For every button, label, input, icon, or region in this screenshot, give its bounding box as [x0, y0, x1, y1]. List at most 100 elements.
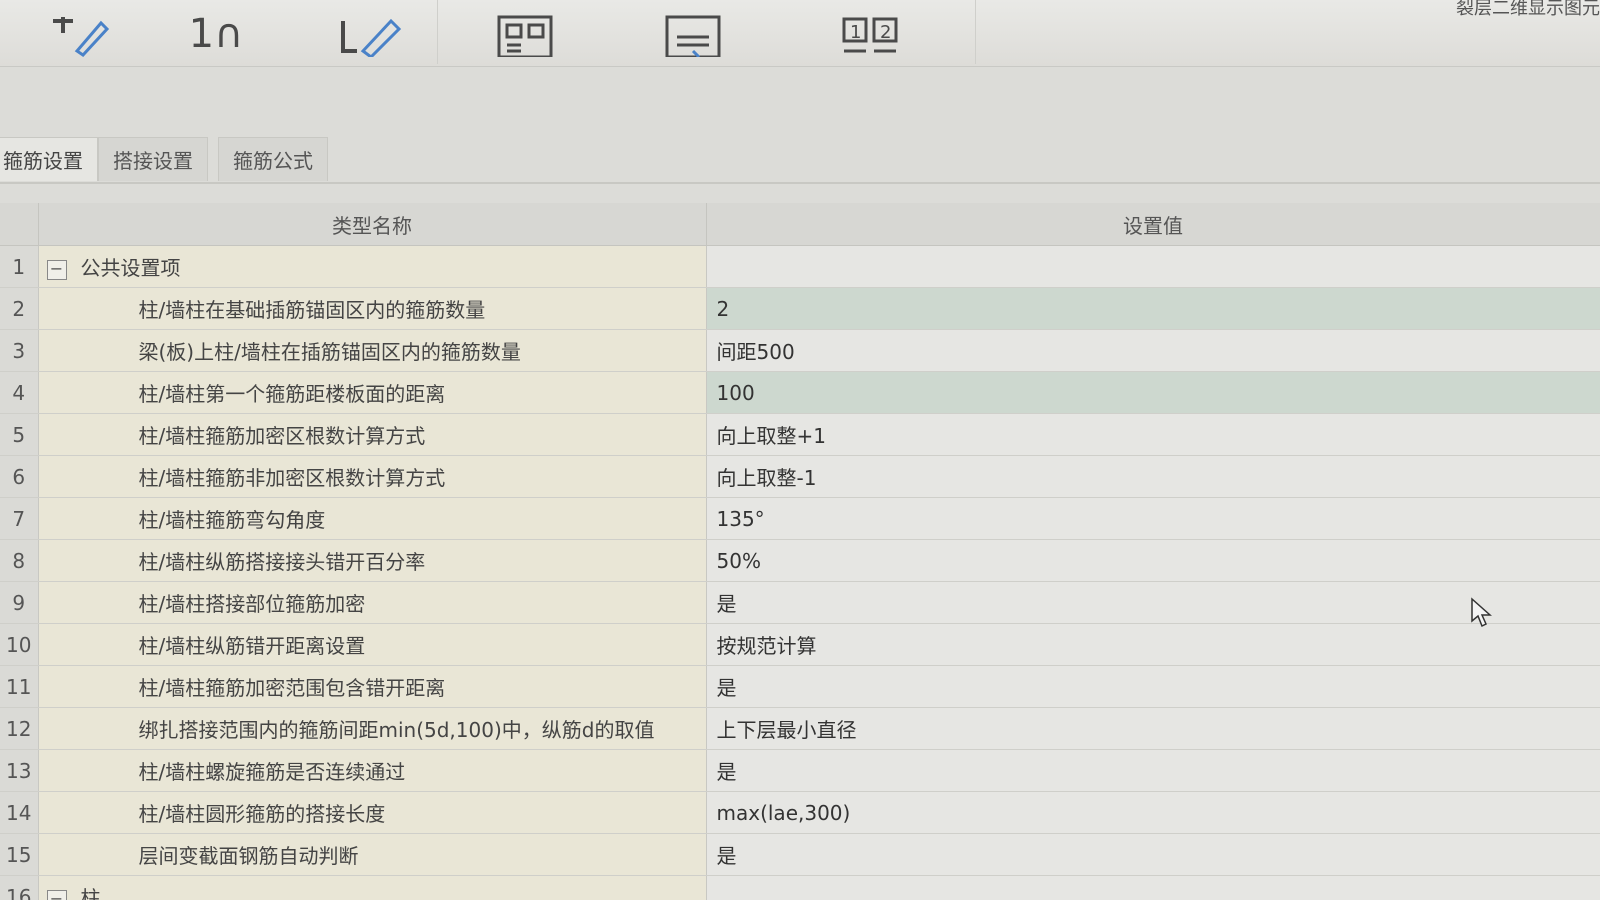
- row-number: 7: [0, 497, 39, 540]
- setting-value-cell[interactable]: 是: [706, 833, 1600, 876]
- setting-name: 柱/墙柱纵筋搭接接头错开百分率: [138, 550, 426, 574]
- setting-name-cell: 柱/墙柱箍筋加密区根数计算方式: [38, 413, 707, 456]
- settings-grid: 类型名称 设置值 1− 公共设置项 2 柱/墙柱在基础插筋锚固区内的箍筋数量 2 3 梁(板…: [0, 203, 1600, 900]
- setting-name-cell: 梁(板)上柱/墙柱在插筋锚固区内的箍筋数量: [38, 329, 707, 372]
- setting-name-cell: 柱/墙柱螺旋箍筋是否连续通过: [38, 749, 707, 792]
- setting-name: 柱/墙柱纵筋错开距离设置: [138, 634, 366, 658]
- table-row[interactable]: 2 柱/墙柱在基础插筋锚固区内的箍筋数量 2: [0, 287, 1600, 330]
- setting-name-cell: 柱/墙柱箍筋弯勾角度: [38, 497, 707, 540]
- setting-name: 绑扎搭接范围内的箍筋间距min(5d,100)中，纵筋d的取值: [138, 718, 655, 742]
- row-number: 9: [0, 581, 39, 624]
- setting-name: 梁(板)上柱/墙柱在插筋锚固区内的箍筋数量: [138, 340, 521, 364]
- table-row[interactable]: 1− 公共设置项: [0, 245, 1600, 288]
- group-name-cell: − 公共设置项: [38, 245, 707, 288]
- row-number: 5: [0, 413, 39, 456]
- toolbar-separator: [437, 0, 438, 64]
- tab-stirrup-settings[interactable]: 箍筋设置: [0, 137, 98, 181]
- table-row[interactable]: 16− 柱: [0, 875, 1600, 900]
- numbered-grid-icon[interactable]: 1 2: [838, 8, 904, 60]
- setting-name: 柱/墙柱箍筋加密范围包含错开距离: [138, 676, 446, 700]
- setting-value-cell[interactable]: 向上取整-1: [706, 455, 1600, 498]
- table-header-row: 类型名称 设置值: [0, 203, 1600, 246]
- table-row[interactable]: 12 绑扎搭接范围内的箍筋间距min(5d,100)中，纵筋d的取值 上下层最小直径: [0, 707, 1600, 750]
- row-number: 15: [0, 833, 39, 876]
- frame-grid-icon[interactable]: [492, 8, 558, 60]
- setting-name-cell: 层间变截面钢筋自动判断: [38, 833, 707, 876]
- column-height-label: 1∩: [188, 11, 244, 57]
- row-number: 11: [0, 665, 39, 708]
- setting-value-cell[interactable]: 按规范计算: [706, 623, 1600, 666]
- table-row[interactable]: 4 柱/墙柱第一个箍筋距楼板面的距离 100: [0, 371, 1600, 414]
- setting-name: 柱/墙柱箍筋加密区根数计算方式: [138, 424, 426, 448]
- row-number: 2: [0, 287, 39, 330]
- table-row[interactable]: 3 梁(板)上柱/墙柱在插筋锚固区内的箍筋数量 间距500: [0, 329, 1600, 372]
- setting-name: 公共设置项: [80, 256, 181, 280]
- setting-value-cell[interactable]: 是: [706, 749, 1600, 792]
- setting-value-cell[interactable]: [706, 875, 1600, 900]
- tab-label: 搭接设置: [113, 149, 193, 173]
- edit-text-icon[interactable]: [44, 8, 114, 60]
- setting-value-cell[interactable]: [706, 245, 1600, 288]
- row-number: 16: [0, 875, 39, 900]
- setting-value-cell[interactable]: 50%: [706, 539, 1600, 582]
- edit-line-icon[interactable]: [330, 8, 410, 60]
- setting-value-cell[interactable]: max(lae,300): [706, 791, 1600, 834]
- setting-name-cell: 柱/墙柱第一个箍筋距楼板面的距离: [38, 371, 707, 414]
- table-row[interactable]: 8 柱/墙柱纵筋搭接接头错开百分率 50%: [0, 539, 1600, 582]
- setting-value-cell[interactable]: 间距500: [706, 329, 1600, 372]
- tab-stirrup-formula[interactable]: 箍筋公式: [218, 137, 328, 181]
- table-row[interactable]: 13 柱/墙柱螺旋箍筋是否连续通过 是: [0, 749, 1600, 792]
- setting-name-cell: 柱/墙柱箍筋加密范围包含错开距离: [38, 665, 707, 708]
- toolbar-separator: [975, 0, 976, 64]
- tab-label: 箍筋公式: [233, 149, 313, 173]
- table-row[interactable]: 7 柱/墙柱箍筋弯勾角度 135°: [0, 497, 1600, 540]
- column-header-value[interactable]: 设置值: [706, 203, 1600, 246]
- collapse-toggle-icon[interactable]: −: [46, 259, 67, 280]
- grid-num-2: 2: [880, 22, 891, 43]
- setting-name-cell: 柱/墙柱纵筋搭接接头错开百分率: [38, 539, 707, 582]
- collapse-toggle-icon[interactable]: −: [46, 889, 67, 900]
- row-number: 6: [0, 455, 39, 498]
- row-number: 4: [0, 371, 39, 414]
- setting-value-cell[interactable]: 135°: [706, 497, 1600, 540]
- setting-value-cell[interactable]: 100: [706, 371, 1600, 414]
- row-number-header: [0, 203, 39, 246]
- row-number: 8: [0, 539, 39, 582]
- list-panel-icon[interactable]: [660, 8, 726, 60]
- setting-value-cell[interactable]: 上下层最小直径: [706, 707, 1600, 750]
- tab-lap-settings[interactable]: 搭接设置: [98, 137, 208, 181]
- table-row[interactable]: 14 柱/墙柱圆形箍筋的搭接长度 max(lae,300): [0, 791, 1600, 834]
- setting-name-cell: 绑扎搭接范围内的箍筋间距min(5d,100)中，纵筋d的取值: [38, 707, 707, 750]
- setting-name: 柱/墙柱搭接部位箍筋加密: [138, 592, 366, 616]
- setting-name: 柱/墙柱圆形箍筋的搭接长度: [138, 802, 386, 826]
- setting-name: 层间变截面钢筋自动判断: [138, 844, 359, 868]
- window-title: 裂层二维显示图元: [1456, 0, 1600, 19]
- grid-num-1: 1: [850, 22, 861, 43]
- setting-value-cell[interactable]: 是: [706, 665, 1600, 708]
- table-row[interactable]: 6 柱/墙柱箍筋非加密区根数计算方式 向上取整-1: [0, 455, 1600, 498]
- table-row[interactable]: 15 层间变截面钢筋自动判断 是: [0, 833, 1600, 876]
- setting-name: 柱/墙柱箍筋非加密区根数计算方式: [138, 466, 446, 490]
- setting-name-cell: 柱/墙柱箍筋非加密区根数计算方式: [38, 455, 707, 498]
- column-header-name[interactable]: 类型名称: [38, 203, 707, 246]
- table-body: 1− 公共设置项 2 柱/墙柱在基础插筋锚固区内的箍筋数量 2 3 梁(板)上柱/墙柱在插筋…: [0, 245, 1600, 900]
- table-row[interactable]: 11 柱/墙柱箍筋加密范围包含错开距离 是: [0, 665, 1600, 708]
- table-row[interactable]: 10 柱/墙柱纵筋错开距离设置 按规范计算: [0, 623, 1600, 666]
- settings-tabs: 箍筋设置 搭接设置 箍筋公式: [0, 137, 1600, 184]
- settings-table: 类型名称 设置值 1− 公共设置项 2 柱/墙柱在基础插筋锚固区内的箍筋数量 2 3 梁(板…: [0, 203, 1600, 900]
- row-number: 1: [0, 245, 39, 288]
- table-row[interactable]: 9 柱/墙柱搭接部位箍筋加密 是: [0, 581, 1600, 624]
- mouse-cursor-icon: [1470, 597, 1492, 633]
- column-height-icon[interactable]: 1∩: [186, 8, 246, 60]
- setting-name: 柱: [80, 886, 101, 900]
- setting-value-cell[interactable]: 是: [706, 581, 1600, 624]
- row-number: 3: [0, 329, 39, 372]
- table-row[interactable]: 5 柱/墙柱箍筋加密区根数计算方式 向上取整+1: [0, 413, 1600, 456]
- setting-name: 柱/墙柱箍筋弯勾角度: [138, 508, 326, 532]
- toolbar: 1∩ 1 2 裂层二维显示图元: [0, 0, 1600, 67]
- setting-name: 柱/墙柱螺旋箍筋是否连续通过: [138, 760, 406, 784]
- setting-name-cell: 柱/墙柱圆形箍筋的搭接长度: [38, 791, 707, 834]
- setting-value-cell[interactable]: 向上取整+1: [706, 413, 1600, 456]
- row-number: 12: [0, 707, 39, 750]
- setting-value-cell[interactable]: 2: [706, 287, 1600, 330]
